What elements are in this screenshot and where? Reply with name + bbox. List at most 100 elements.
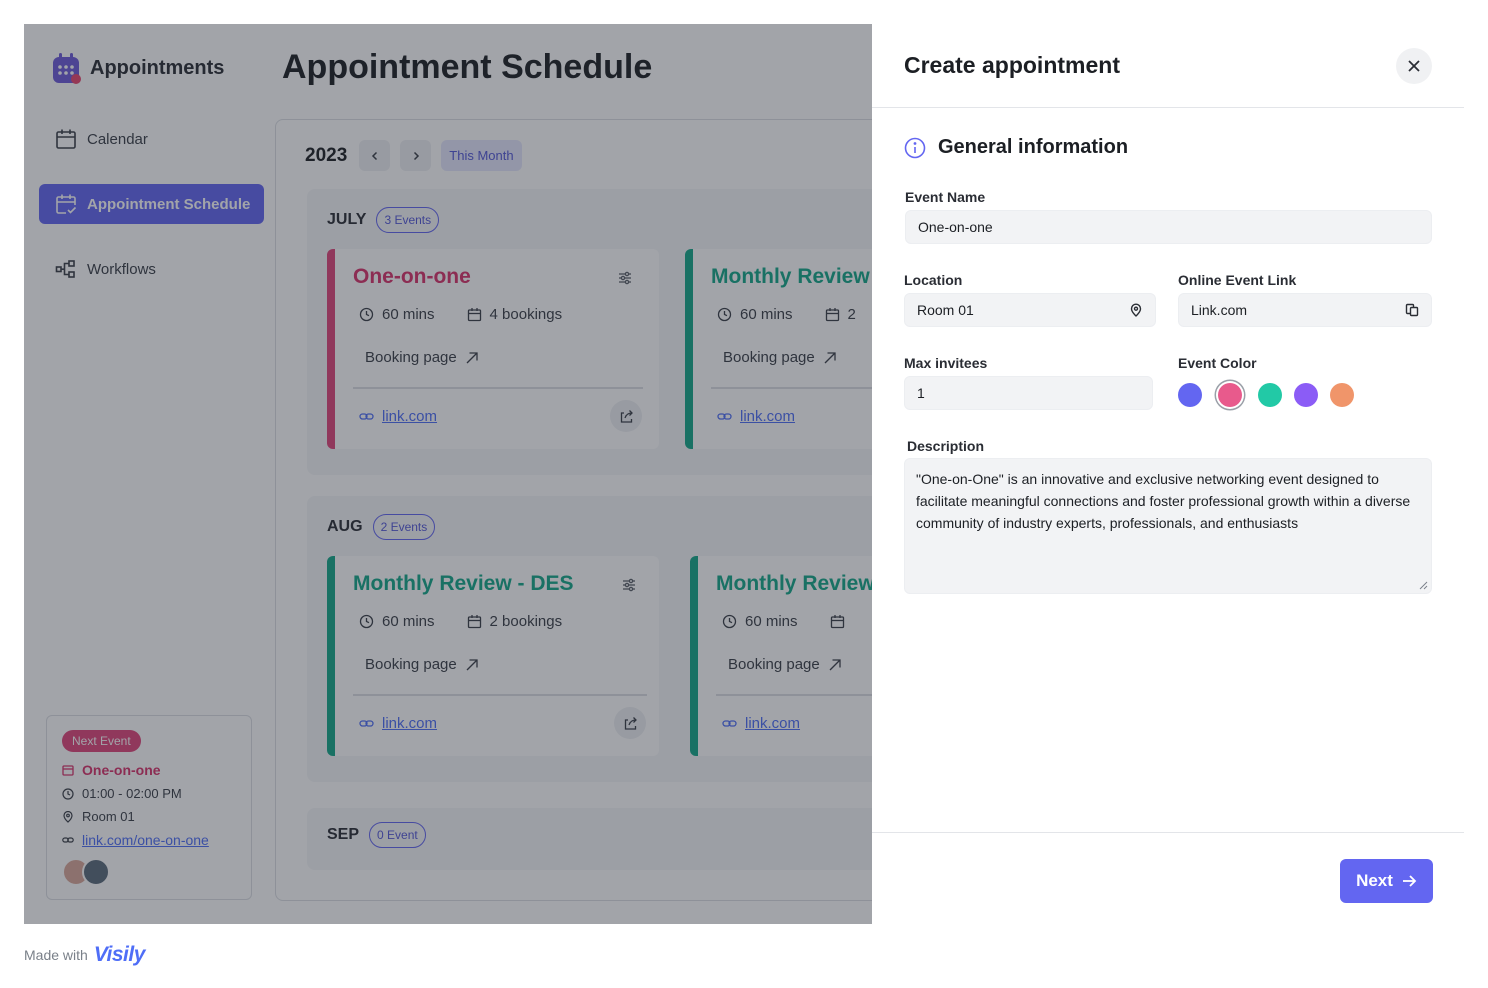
year-label: 2023 xyxy=(305,144,348,166)
color-swatch-indigo[interactable] xyxy=(1178,383,1202,407)
next-event-time-row: 01:00 - 02:00 PM xyxy=(62,786,236,801)
description-label: Description xyxy=(907,438,985,454)
clock-icon xyxy=(62,787,74,800)
event-link[interactable]: link.com xyxy=(745,715,800,732)
sidebar-item-label: Calendar xyxy=(87,130,148,148)
color-swatch-orange[interactable] xyxy=(1330,383,1354,407)
booking-page-link[interactable]: Booking page xyxy=(723,349,837,366)
event-link[interactable]: link.com xyxy=(382,408,437,425)
description-value: "One-on-One" is an innovative and exclus… xyxy=(916,471,1411,531)
event-title: Monthly Review - DES xyxy=(353,572,574,595)
location-label: Location xyxy=(904,272,963,288)
calendar-icon xyxy=(62,765,74,776)
event-link-row: link.com xyxy=(722,715,800,732)
event-duration: 60 mins xyxy=(740,306,793,323)
booking-page-label: Booking page xyxy=(728,656,820,673)
next-month-button[interactable] xyxy=(400,140,432,171)
resize-handle-icon[interactable] xyxy=(1418,580,1428,590)
copy-icon[interactable] xyxy=(1405,303,1419,317)
info-icon xyxy=(904,137,926,158)
booking-page-link[interactable]: Booking page xyxy=(365,349,479,366)
color-swatch-teal[interactable] xyxy=(1258,383,1282,407)
event-color-label: Event Color xyxy=(1178,355,1257,371)
month-section-sep: SEP 0 Event xyxy=(307,808,927,870)
this-month-button[interactable]: This Month xyxy=(441,140,522,171)
attendee-avatars xyxy=(62,858,236,886)
share-button[interactable] xyxy=(614,707,646,739)
event-card[interactable]: One-on-one 60 mins 4 bookings Booking pa… xyxy=(327,249,659,449)
month-header: AUG 2 Events xyxy=(327,514,436,540)
sidebar-item-appointment-schedule[interactable]: Appointment Schedule xyxy=(39,184,264,224)
event-name-label: Event Name xyxy=(905,189,986,205)
next-event-title-row: One-on-one xyxy=(62,762,236,778)
next-event-link[interactable]: link.com/one-on-one xyxy=(82,832,209,848)
external-arrow-icon xyxy=(466,658,478,670)
color-swatch-pink[interactable] xyxy=(1218,383,1242,407)
event-bookings: 2 bookings xyxy=(489,613,563,630)
link-icon xyxy=(62,837,74,843)
event-duration: 60 mins xyxy=(745,613,798,630)
event-count-badge: 2 Events xyxy=(372,514,436,540)
next-event-badge: Next Event xyxy=(62,730,141,752)
calendar-icon xyxy=(56,129,76,149)
calendar-icon xyxy=(467,308,481,322)
event-bookings: 4 bookings xyxy=(489,306,563,323)
event-meta: 60 mins 2 bookings xyxy=(359,613,562,630)
clock-icon xyxy=(722,614,737,629)
chevron-right-icon xyxy=(413,151,419,160)
next-event-time: 01:00 - 02:00 PM xyxy=(82,786,182,801)
settings-sliders-icon[interactable] xyxy=(617,270,633,286)
avatar[interactable] xyxy=(82,858,110,886)
location-pin-icon xyxy=(63,810,73,823)
location-pin-icon xyxy=(1130,303,1142,317)
visily-logo[interactable]: Visily xyxy=(94,943,146,967)
event-name-input[interactable]: One-on-one xyxy=(905,210,1432,244)
sidebar: Appointments Calendar Appointment Schedu… xyxy=(24,24,276,924)
booking-page-link[interactable]: Booking page xyxy=(728,656,842,673)
next-button[interactable]: Next xyxy=(1340,859,1433,903)
event-meta: 60 mins xyxy=(722,613,853,630)
max-invitees-input[interactable]: 1 xyxy=(904,376,1153,410)
event-duration: 60 mins xyxy=(382,613,435,630)
next-event-card[interactable]: Next Event One-on-one 01:00 - 02:00 PM R… xyxy=(46,715,252,900)
event-card[interactable]: Monthly Review - DES 60 mins 2 bookings … xyxy=(327,556,659,756)
description-textarea[interactable]: "One-on-One" is an innovative and exclus… xyxy=(904,458,1432,594)
event-link[interactable]: link.com xyxy=(740,408,795,425)
settings-sliders-icon[interactable] xyxy=(621,577,637,593)
share-button[interactable] xyxy=(610,400,642,432)
event-link[interactable]: link.com xyxy=(382,715,437,732)
event-meta: 60 mins 4 bookings xyxy=(359,306,562,323)
location-input[interactable]: Room 01 xyxy=(904,293,1156,327)
sidebar-item-calendar[interactable]: Calendar xyxy=(39,119,264,159)
page-title: Appointment Schedule xyxy=(282,48,653,86)
prev-button[interactable] xyxy=(359,140,391,171)
sidebar-item-label: Workflows xyxy=(87,260,156,278)
close-icon xyxy=(1408,60,1420,72)
external-arrow-icon xyxy=(466,351,478,363)
made-with-footer: Made with Visily xyxy=(24,943,145,967)
next-event-title: One-on-one xyxy=(82,762,161,778)
chevron-left-icon xyxy=(371,151,377,160)
link-icon xyxy=(359,720,374,727)
app-logo[interactable]: Appointments xyxy=(52,52,224,84)
external-arrow-icon xyxy=(824,351,836,363)
arrow-right-icon xyxy=(1402,875,1417,887)
section-title: General information xyxy=(904,136,1128,159)
color-swatch-purple[interactable] xyxy=(1294,383,1318,407)
sidebar-item-workflows[interactable]: Workflows xyxy=(39,249,264,289)
clock-icon xyxy=(717,307,732,322)
section-title-text: General information xyxy=(938,136,1129,158)
online-link-input[interactable]: Link.com xyxy=(1178,293,1432,327)
max-invitees-label: Max invitees xyxy=(904,355,988,371)
event-link-row: link.com xyxy=(359,715,437,732)
modal-footer: Next xyxy=(872,832,1464,924)
month-header: JULY 3 Events xyxy=(327,207,440,233)
booking-page-link[interactable]: Booking page xyxy=(365,656,479,673)
modal-header: Create appointment xyxy=(872,24,1464,108)
workflow-icon xyxy=(55,260,75,278)
close-button[interactable] xyxy=(1396,48,1432,84)
appointments-logo-icon xyxy=(53,53,81,84)
month-section-aug: AUG 2 Events Monthly Review - DES 60 min… xyxy=(307,496,1022,782)
max-invitees-value: 1 xyxy=(917,385,925,401)
share-icon xyxy=(624,716,637,730)
